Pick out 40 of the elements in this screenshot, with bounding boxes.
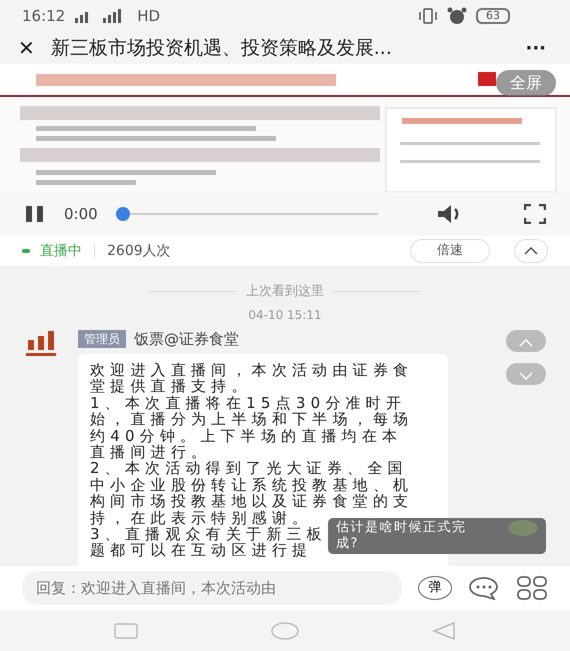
danmaku-button[interactable]: 弹 — [418, 576, 452, 600]
chevron-up-icon — [519, 338, 533, 347]
status-time: 16:12 — [22, 6, 66, 27]
message-text: 始，直播分为上半场和下半场，每场 — [90, 411, 414, 428]
chevron-up-icon — [524, 246, 538, 255]
live-status: 直播中 — [40, 242, 82, 260]
message-text: 3、直播观众有关于新三板 — [90, 526, 327, 542]
chat-bubble-icon[interactable] — [468, 576, 500, 600]
message-text: 题都可以在互动区进行提 — [90, 542, 312, 559]
message-text: 直播间进行。 — [90, 444, 212, 460]
message-timestamp: 04-10 15:11 — [247, 306, 323, 324]
fullscreen-icon[interactable] — [524, 204, 546, 224]
speed-button[interactable]: 倍速 — [410, 239, 490, 263]
playback-time: 0:00 — [64, 204, 98, 225]
message-text: 堂提供直播支持。 — [90, 378, 252, 395]
alarm-icon — [446, 7, 468, 25]
pause-icon[interactable] — [24, 205, 46, 223]
message-text: 构间市场投教基地以及证券食堂的支 — [90, 493, 414, 510]
close-button[interactable]: ✕ — [18, 33, 35, 63]
message-text: 1、本次直播将在15点30分准时开 — [90, 394, 406, 412]
message-text: 约40分钟。上下半场的直播均在本 — [90, 428, 402, 444]
message-text: 欢迎进入直播间，本次活动由证券食 — [90, 362, 414, 378]
viewer-count: 2609人次 — [107, 242, 171, 260]
collapse-button[interactable] — [514, 239, 548, 263]
vibrate-icon — [418, 8, 438, 24]
floating-comment: 估计是啥时候正式完成? — [336, 520, 468, 552]
more-button[interactable]: ··· — [525, 34, 546, 62]
message-text: 中小企业股份转让系统投教基地、机 — [90, 476, 414, 494]
message-text: 持，在此表示特别感谢。 — [90, 510, 312, 526]
chevron-down-icon — [519, 372, 533, 380]
progress-thumb[interactable] — [116, 207, 130, 221]
network-label: HD — [137, 6, 160, 27]
author-name: 饭票@证券食堂 — [134, 328, 239, 350]
grid-menu-icon[interactable] — [516, 576, 548, 600]
page-title: 新三板市场投资机遇、投资策略及发展... — [50, 36, 392, 61]
message-text: 2、本次活动得到了光大证券、全国 — [90, 460, 408, 477]
history-divider: 上次看到这里 — [246, 283, 324, 301]
role-badge: 管理员 — [78, 330, 126, 348]
commenter-avatar — [508, 520, 538, 536]
reply-field[interactable]: 回复：欢迎进入直播间，本次活动由 — [22, 571, 402, 605]
